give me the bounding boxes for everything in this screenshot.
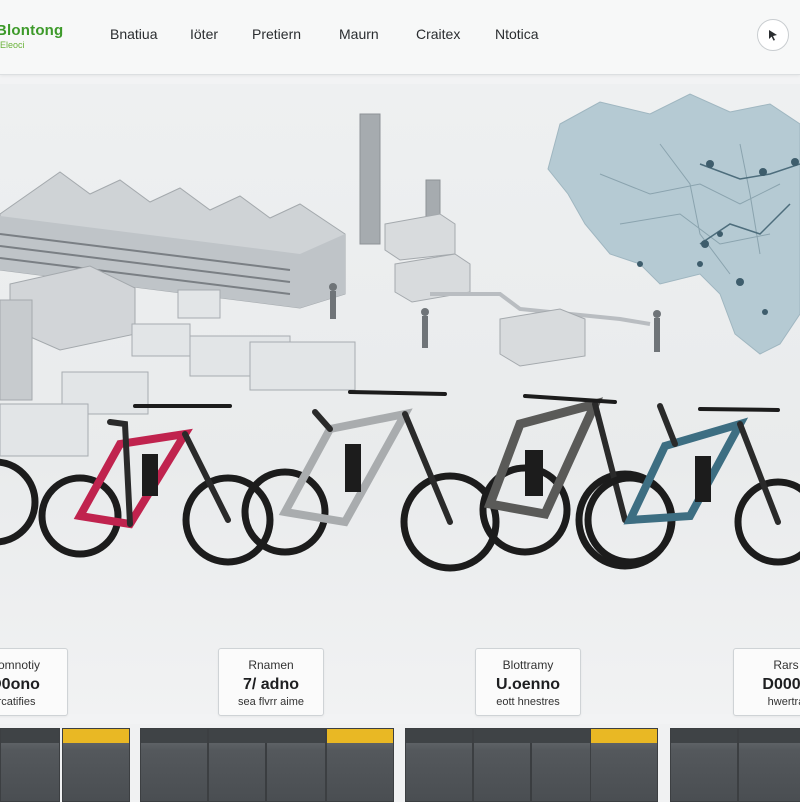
stat-card-title: Rars [773,658,799,672]
battery-pack [62,728,130,802]
nav-item-5[interactable]: Craitex [416,26,460,42]
ebike-silver [241,390,500,572]
brand-tagline: Eleoci [0,40,25,50]
stat-card-value: U.oenno [496,676,560,693]
header-action-button[interactable] [757,19,789,51]
battery-pack [140,728,208,802]
stat-card-title: Rnamen [248,658,294,672]
stat-card-4[interactable]: Rars D0000 hwertra [733,648,800,716]
ebike-lineup [0,390,800,572]
stat-card-subtitle: eott hnestres [496,696,560,708]
nav-item-3[interactable]: Pretiern [252,26,301,42]
stat-card-value: D0000 [762,676,800,693]
battery-pack [590,728,658,802]
top-header: Blontong Eleoci Bnatiua Iöter Pretiern M… [0,0,800,75]
nav-item-4[interactable]: Maurn [339,26,379,42]
hero-illustration [0,84,800,714]
cursor-icon [769,30,777,41]
battery-pack [473,728,591,802]
stat-card-subtitle: sea flvrr aime [237,696,305,708]
battery-pack [326,728,394,802]
battery-pack [405,728,473,802]
battery-pack [0,728,60,802]
stat-card-3[interactable]: Blottramy U.oenno eott hnestres [475,648,581,716]
stat-card-title: Bomnotiy [0,658,41,672]
brand-logo[interactable]: Blontong Eleoci [0,22,63,50]
nav-item-6[interactable]: Ntotica [495,26,539,42]
battery-pack [670,728,738,802]
stat-card-value: 7/ adno [242,676,299,693]
stat-card-value: D0ono [0,676,40,693]
ebike-teal [584,403,800,566]
stat-card-title: Blottramy [502,658,554,672]
stat-card-subtitle: hwertra [767,696,800,708]
battery-pack [738,728,800,802]
nav-item-1[interactable]: Bnatiua [110,26,157,42]
stat-card-1[interactable]: Bomnotiy D0ono Ircatifies [0,648,68,716]
stat-card-subtitle: Ircatifies [0,696,36,708]
nav-item-2[interactable]: Iöter [190,26,218,42]
battery-pack [208,728,326,802]
brand-name: Blontong [0,22,64,39]
battery-pack-strip [0,724,800,802]
stat-card-2[interactable]: Rnamen 7/ adno sea flvrr aime [218,648,324,716]
